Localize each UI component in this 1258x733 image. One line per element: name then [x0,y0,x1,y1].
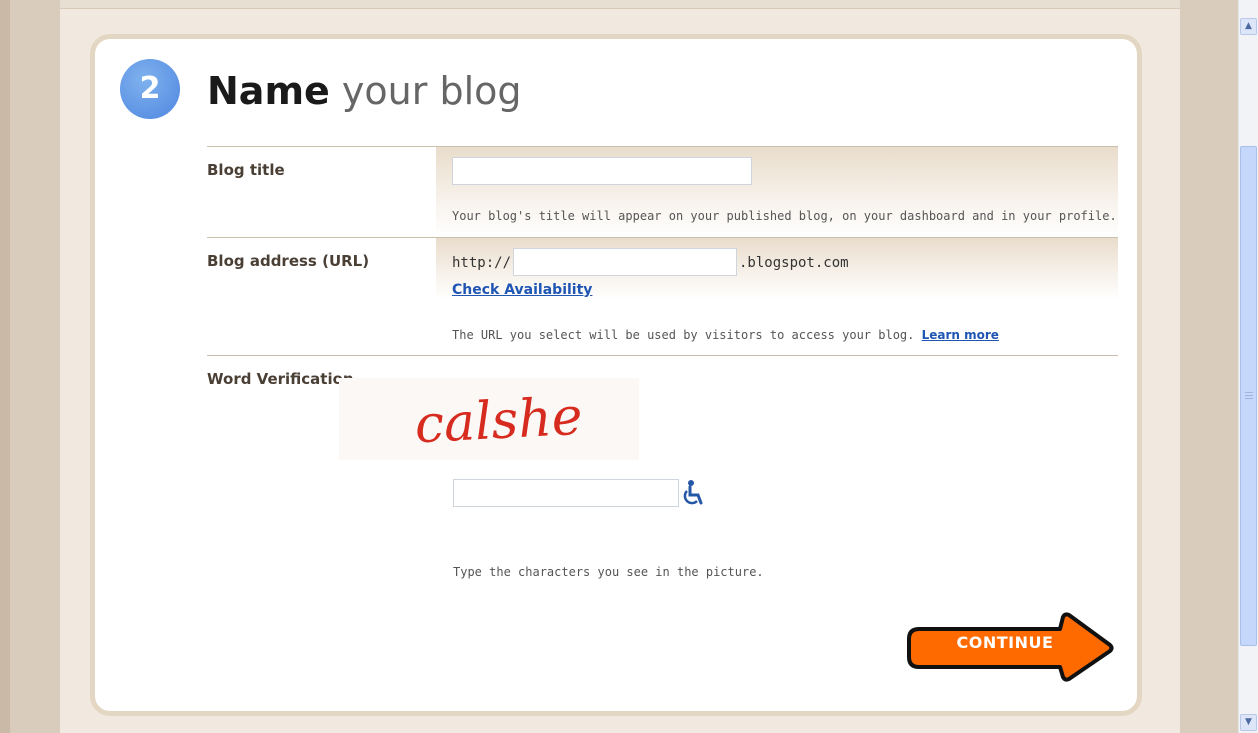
url-prefix: http:// [452,255,512,271]
blog-address-input[interactable] [513,248,737,276]
vertical-scrollbar[interactable]: ▲ ▼ [1238,0,1258,733]
word-verification-label: Word Verification [207,370,354,388]
captcha-image: calshe [339,378,639,460]
blog-title-label: Blog title [207,161,285,179]
blog-address-hint-text: The URL you select will be used by visit… [452,328,915,342]
page-title: Name your blog [207,69,522,113]
title-rest: your blog [341,69,522,113]
blog-title-row: Blog title Your blog's title will appear… [207,146,1118,237]
word-verification-hint: Type the characters you see in the pictu… [453,565,764,579]
blog-address-hint: The URL you select will be used by visit… [452,328,999,342]
learn-more-link[interactable]: Learn more [922,328,999,342]
name-blog-card: 2 Name your blog Blog title Your blog's … [90,34,1142,716]
url-suffix: .blogspot.com [739,255,849,271]
wheelchair-icon[interactable] [681,479,707,507]
title-bold: Name [207,69,330,113]
scroll-down-button[interactable]: ▼ [1240,714,1257,731]
continue-arrow-shape [907,612,1114,682]
top-border [60,0,1180,9]
scroll-up-button[interactable]: ▲ [1240,18,1257,35]
captcha-graphic: calshe [413,387,584,456]
left-background [0,0,10,733]
continue-button[interactable]: CONTINUE [905,611,1115,683]
captcha-text: calshe [413,387,584,456]
blog-title-hint: Your blog's title will appear on your pu… [452,209,1117,223]
word-verification-input[interactable] [453,479,679,507]
blog-address-row: Blog address (URL) http:// .blogspot.com… [207,237,1118,356]
blog-address-label: Blog address (URL) [207,252,370,270]
step-number-badge: 2 [120,59,180,119]
page-panel: 2 Name your blog Blog title Your blog's … [60,0,1180,733]
blog-title-input[interactable] [452,157,752,185]
check-availability-link[interactable]: Check Availability [452,282,592,298]
scroll-thumb[interactable] [1240,146,1257,646]
